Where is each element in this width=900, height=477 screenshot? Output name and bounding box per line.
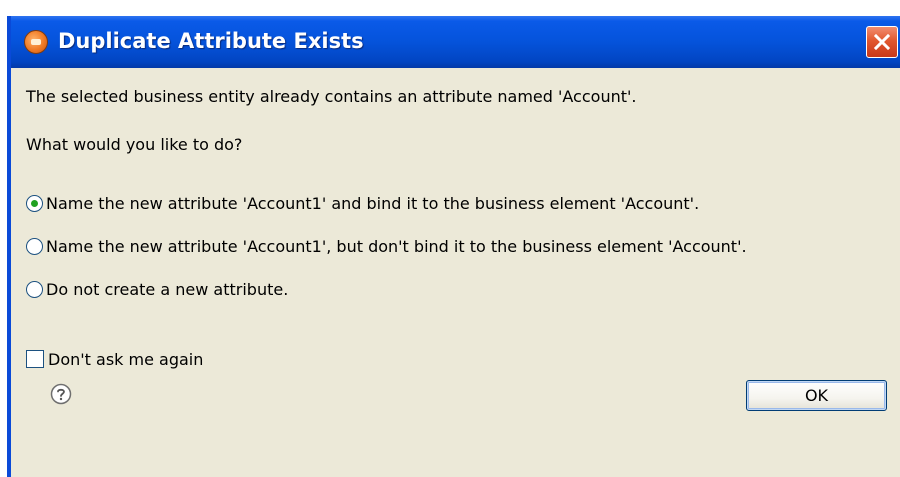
option-label: Name the new attribute 'Account1', but d… [46, 236, 747, 256]
radio-button[interactable] [26, 237, 43, 255]
option-bind-account1[interactable]: Name the new attribute 'Account1' and bi… [26, 191, 699, 215]
close-button[interactable] [866, 26, 898, 58]
dialog-window: Duplicate Attribute Exists The selected … [7, 16, 900, 477]
dialog-content: The selected business entity already con… [11, 68, 900, 477]
question-text: What would you like to do? [26, 135, 243, 154]
dialog-title: Duplicate Attribute Exists [58, 29, 364, 53]
title-bar[interactable]: Duplicate Attribute Exists [11, 16, 900, 68]
help-icon[interactable] [50, 383, 72, 405]
radio-button[interactable] [26, 280, 43, 298]
option-do-not-create[interactable]: Do not create a new attribute. [26, 277, 288, 301]
ok-button[interactable]: OK [746, 380, 887, 411]
option-label: Do not create a new attribute. [46, 279, 289, 299]
dont-ask-again-checkbox[interactable] [26, 350, 44, 368]
dont-ask-again-row[interactable]: Don't ask me again [26, 347, 203, 371]
option-no-bind-account1[interactable]: Name the new attribute 'Account1', but d… [26, 234, 747, 258]
application-icon [24, 30, 48, 54]
dont-ask-again-label: Don't ask me again [48, 349, 204, 369]
message-text: The selected business entity already con… [26, 87, 637, 106]
radio-button-selected[interactable] [26, 194, 43, 212]
option-label: Name the new attribute 'Account1' and bi… [46, 193, 700, 213]
close-icon [874, 34, 890, 50]
